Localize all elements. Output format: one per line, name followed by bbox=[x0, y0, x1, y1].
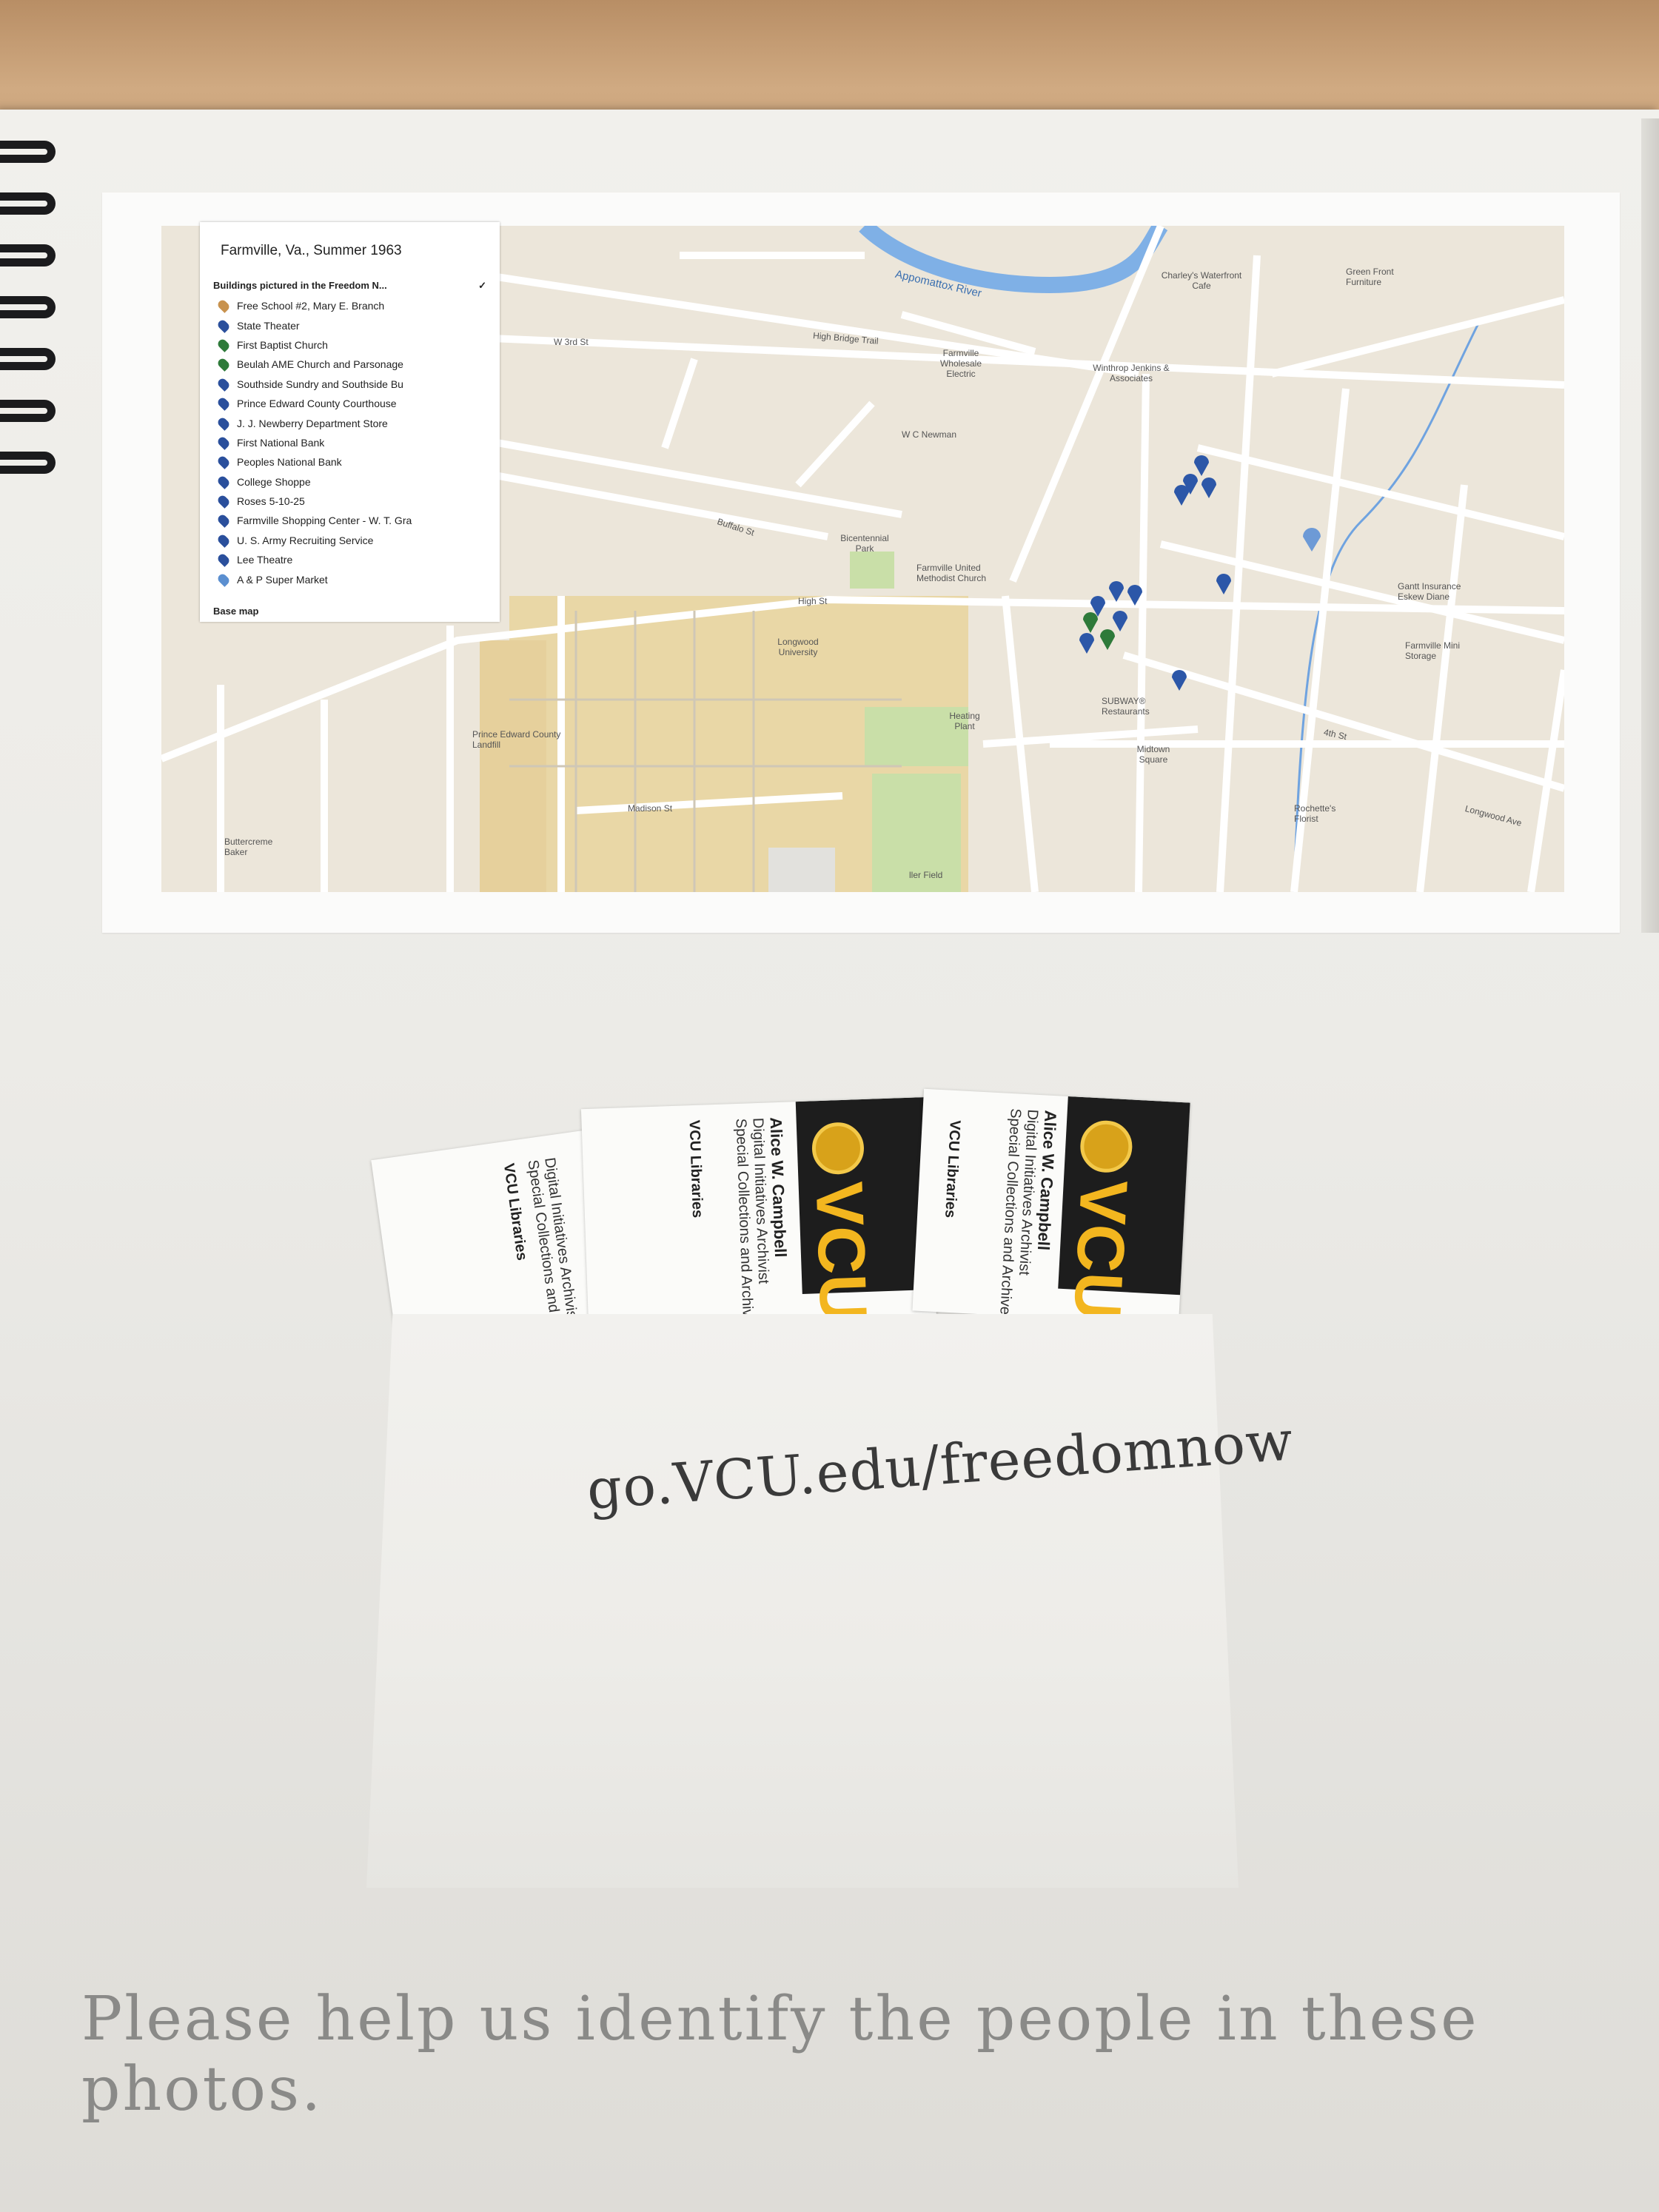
map-pin-icon bbox=[216, 298, 231, 314]
legend-item-list: Free School #2, Mary E. Branch State Thea… bbox=[213, 296, 486, 589]
map-label-landfill: Prince Edward County Landfill bbox=[472, 729, 561, 750]
map-pin-icon bbox=[216, 415, 231, 431]
legend-item[interactable]: Southside Sundry and Southside Bu bbox=[213, 375, 486, 394]
map-label-charleys: Charley's Waterfront Cafe bbox=[1161, 270, 1242, 291]
map-label-buttercreme: Buttercreme Baker bbox=[224, 837, 273, 857]
legend-item[interactable]: A & P Super Market bbox=[213, 569, 486, 589]
legend-item-label: Peoples National Bank bbox=[237, 456, 342, 469]
map-pin-icon bbox=[216, 318, 231, 333]
legend-item-label: Free School #2, Mary E. Branch bbox=[237, 300, 385, 312]
map-label-heating: Heating Plant bbox=[949, 711, 980, 731]
map-label-gantt: Gantt Insurance Eskew Diane bbox=[1398, 581, 1461, 602]
legend-item-label: Beulah AME Church and Parsonage bbox=[237, 358, 403, 371]
legend-item-label: Prince Edward County Courthouse bbox=[237, 398, 397, 410]
legend-item-label: First National Bank bbox=[237, 436, 325, 449]
map-pin-icon bbox=[216, 552, 231, 568]
envelope bbox=[366, 1314, 1239, 1888]
map-pin-icon bbox=[216, 376, 231, 392]
map-pin-icon bbox=[216, 435, 231, 450]
map-label-high-st: High St bbox=[798, 596, 828, 606]
legend-item[interactable]: State Theater bbox=[213, 315, 486, 335]
map-pin-icon bbox=[216, 572, 231, 587]
checkmark-icon: ✓ bbox=[478, 280, 486, 291]
map-label-longwood: Longwood University bbox=[777, 637, 819, 657]
legend-item[interactable]: Prince Edward County Courthouse bbox=[213, 394, 486, 413]
legend-item[interactable]: Roses 5-10-25 bbox=[213, 492, 486, 511]
legend-item-label: State Theater bbox=[237, 319, 300, 332]
map-title: Farmville, Va., Summer 1963 bbox=[221, 243, 402, 258]
business-card-middle: VCU Alice W. Campbell Digital Initiative… bbox=[580, 1096, 937, 1332]
map-label-methodist: Farmville United Methodist Church bbox=[916, 563, 987, 583]
base-map-link[interactable]: Base map bbox=[213, 606, 486, 617]
map-pin-icon bbox=[216, 357, 231, 372]
map-label-ministorage: Farmville Mini Storage bbox=[1405, 640, 1461, 661]
legend-layer-title: Buildings pictured in the Freedom N... bbox=[213, 280, 387, 291]
map-label-greenfront: Green Front Furniture bbox=[1346, 267, 1394, 287]
legend-item[interactable]: First Baptist Church bbox=[213, 335, 486, 355]
map-label-wholesale: Farmville Wholesale Electric bbox=[939, 348, 982, 379]
map-label-rochette: Rochette's Florist bbox=[1294, 803, 1336, 824]
map-pin-icon bbox=[216, 494, 231, 509]
handwritten-note: Please help us identify the people in th… bbox=[81, 1984, 1479, 2125]
legend-item-label: Roses 5-10-25 bbox=[237, 495, 305, 508]
map-pin-icon bbox=[216, 338, 231, 352]
map-pin-icon bbox=[216, 396, 231, 412]
business-card-right: VCU Alice W. Campbell Digital Initiative… bbox=[912, 1088, 1190, 1325]
legend-item[interactable]: Peoples National Bank bbox=[213, 452, 486, 472]
map-label-winthrop: Winthrop Jenkins & Associates bbox=[1093, 363, 1170, 383]
page-stack-edge bbox=[1641, 118, 1659, 933]
map-label-3rd-st: W 3rd St bbox=[554, 337, 589, 347]
legend-item-label: A & P Super Market bbox=[237, 573, 328, 586]
map-label-subway: SUBWAY® Restaurants bbox=[1102, 696, 1150, 717]
map-label-wcnewman: W C Newman bbox=[902, 429, 957, 440]
map-pin-icon bbox=[216, 474, 231, 489]
legend-item[interactable]: College Shoppe bbox=[213, 472, 486, 492]
legend-item-label: Lee Theatre bbox=[237, 554, 293, 566]
legend-item[interactable]: Farmville Shopping Center - W. T. Gra bbox=[213, 511, 486, 530]
map-legend-panel: Farmville, Va., Summer 1963 Buildings pi… bbox=[200, 222, 500, 622]
vcu-logo: VCU bbox=[801, 1180, 881, 1324]
map-label-field: ller Field bbox=[909, 870, 943, 880]
legend-item-label: Farmville Shopping Center - W. T. Gra bbox=[237, 515, 412, 527]
legend-layer-header[interactable]: Buildings pictured in the Freedom N... ✓ bbox=[213, 280, 486, 292]
legend-item[interactable]: J. J. Newberry Department Store bbox=[213, 413, 486, 432]
map-label-madison: Madison St bbox=[628, 803, 673, 814]
card-library: VCU Libraries bbox=[686, 1119, 706, 1219]
card-library: VCU Libraries bbox=[942, 1119, 963, 1219]
legend-item[interactable]: U. S. Army Recruiting Service bbox=[213, 531, 486, 550]
legend-item[interactable]: First National Bank bbox=[213, 433, 486, 452]
map-label-midtown: Midtown Square bbox=[1136, 744, 1170, 765]
legend-item[interactable]: Lee Theatre bbox=[213, 550, 486, 569]
legend-item-label: U. S. Army Recruiting Service bbox=[237, 534, 374, 546]
vcu-logo: VCU bbox=[1059, 1178, 1141, 1323]
spiral-binding bbox=[0, 141, 59, 511]
legend-item[interactable]: Beulah AME Church and Parsonage bbox=[213, 355, 486, 374]
legend-item-label: College Shoppe bbox=[237, 475, 311, 488]
map-pin-icon bbox=[216, 455, 231, 470]
map-pin-icon bbox=[216, 513, 231, 529]
legend-item-label: First Baptist Church bbox=[237, 338, 328, 351]
legend-item-label: J. J. Newberry Department Store bbox=[237, 417, 388, 429]
legend-item-label: Southside Sundry and Southside Bu bbox=[237, 378, 403, 390]
legend-item[interactable]: Free School #2, Mary E. Branch bbox=[213, 296, 486, 315]
map-label-bicentennial: Bicentennial Park bbox=[840, 533, 889, 554]
map-pin-icon bbox=[216, 532, 231, 548]
